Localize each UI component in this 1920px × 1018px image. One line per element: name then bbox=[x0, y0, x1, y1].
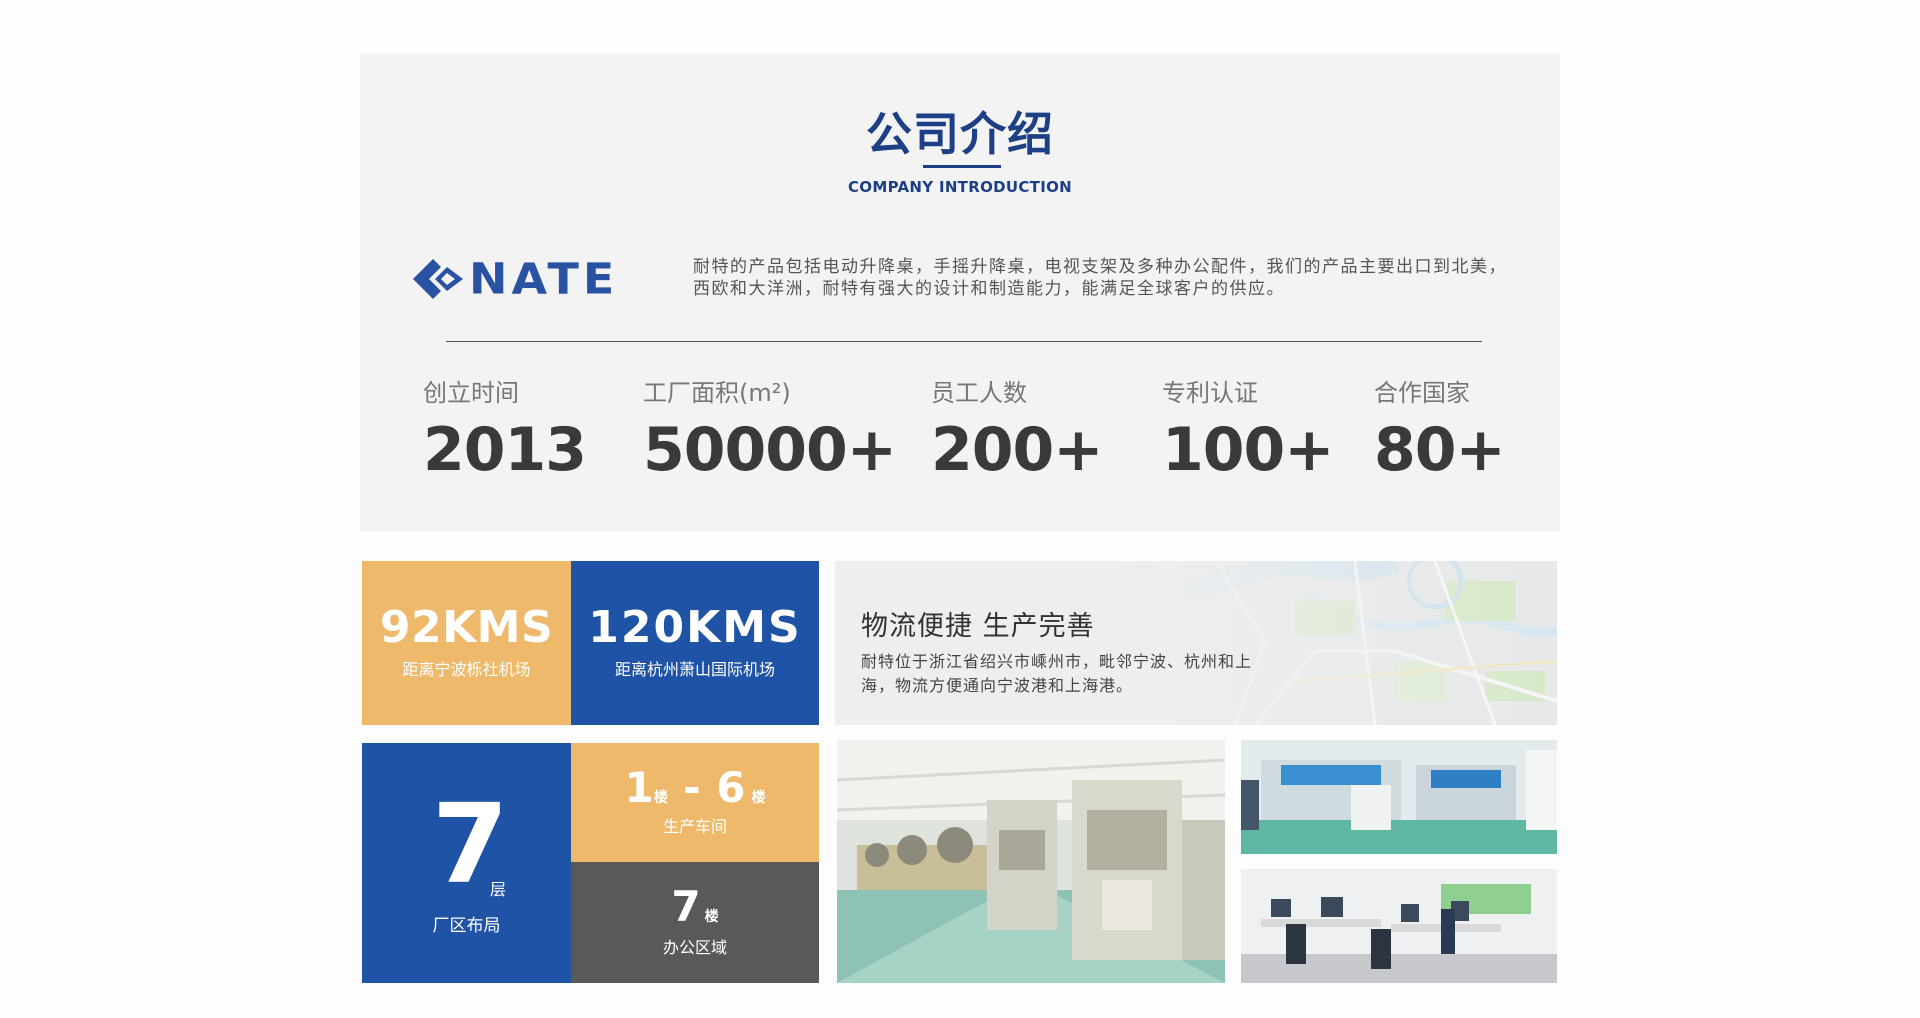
floor-to: 6 bbox=[716, 763, 746, 812]
stat-value: 80+ bbox=[1374, 415, 1506, 485]
stat-employees: 员工人数 200+ bbox=[931, 377, 1104, 485]
production-floor-range: 1楼 - 6楼 bbox=[571, 763, 819, 812]
company-description: 耐特的产品包括电动升降桌，手摇升降桌，电视支架及多种办公配件，我们的产品主要出口… bbox=[693, 257, 1507, 299]
tile-office-floor: 7楼 办公区域 bbox=[571, 862, 819, 983]
office-photo bbox=[1241, 869, 1557, 983]
tile-ningbo-airport: 92KMS 距离宁波栎社机场 bbox=[362, 561, 571, 725]
stat-patents: 专利认证 100+ bbox=[1162, 377, 1335, 485]
section-subtitle: COMPANY INTRODUCTION bbox=[848, 178, 1072, 196]
floor-unit: 楼 bbox=[653, 790, 668, 806]
office-floor-value: 7 bbox=[671, 882, 701, 931]
stat-label: 专利认证 bbox=[1162, 379, 1258, 407]
title-underline bbox=[923, 165, 1001, 168]
production-label: 生产车间 bbox=[662, 817, 727, 836]
stat-value: 200+ bbox=[931, 415, 1104, 485]
office-floor: 7楼 bbox=[571, 882, 819, 931]
stat-label: 员工人数 bbox=[931, 379, 1027, 407]
stat-value: 2013 bbox=[423, 415, 587, 485]
distance-value: 120KMS bbox=[588, 602, 802, 653]
divider bbox=[446, 341, 1482, 342]
company-intro-panel: 公司介绍 COMPANY INTRODUCTION NATE 耐特的产品包括电动… bbox=[360, 54, 1560, 531]
tile-factory-floors: 7 层 厂区布局 bbox=[362, 743, 571, 983]
nate-logo-mark-icon bbox=[413, 259, 463, 299]
stat-label: 创立时间 bbox=[423, 379, 519, 407]
floor-separator: - bbox=[683, 763, 701, 812]
logistics-card: 物流便捷 生产完善 耐特位于浙江省绍兴市嵊州市，毗邻宁波、杭州和上海，物流方便通… bbox=[835, 561, 1557, 725]
logo-wordmark: NATE bbox=[469, 254, 619, 304]
factory-press-image-icon bbox=[837, 740, 1225, 983]
stat-label: 合作国家 bbox=[1374, 379, 1470, 407]
stat-founded: 创立时间 2013 bbox=[423, 377, 587, 485]
office-label: 办公区域 bbox=[662, 938, 727, 957]
stat-label: 工厂面积(m²) bbox=[643, 379, 791, 407]
floor-unit: 楼 bbox=[751, 790, 766, 806]
logistics-description: 耐特位于浙江省绍兴市嵊州市，毗邻宁波、杭州和上海，物流方便通向宁波港和上海港。 bbox=[861, 652, 1253, 695]
factory-press-photo bbox=[837, 740, 1225, 983]
assembly-line-photo bbox=[1241, 740, 1557, 854]
distance-label: 距离宁波栎社机场 bbox=[402, 660, 531, 679]
stat-value: 50000+ bbox=[643, 415, 897, 485]
section-title: 公司介绍 bbox=[866, 107, 1054, 161]
stat-value: 100+ bbox=[1162, 415, 1335, 485]
office-image-icon bbox=[1241, 869, 1557, 983]
stat-countries: 合作国家 80+ bbox=[1374, 377, 1506, 485]
distance-value: 92KMS bbox=[379, 602, 554, 653]
tile-hangzhou-airport: 120KMS 距离杭州萧山国际机场 bbox=[571, 561, 819, 725]
distance-label: 距离杭州萧山国际机场 bbox=[614, 660, 775, 679]
nate-logo: NATE bbox=[413, 254, 619, 304]
floors-unit: 层 bbox=[490, 880, 507, 899]
stat-factory-area: 工厂面积(m²) 50000+ bbox=[643, 377, 897, 485]
assembly-line-image-icon bbox=[1241, 740, 1557, 854]
tile-production-floors: 1楼 - 6楼 生产车间 bbox=[571, 743, 819, 862]
office-floor-unit: 楼 bbox=[704, 909, 719, 925]
floor-from: 1 bbox=[624, 763, 654, 812]
floors-label: 厂区布局 bbox=[432, 916, 501, 936]
map-background-icon bbox=[835, 561, 1557, 725]
logistics-title: 物流便捷 生产完善 bbox=[861, 611, 1095, 642]
